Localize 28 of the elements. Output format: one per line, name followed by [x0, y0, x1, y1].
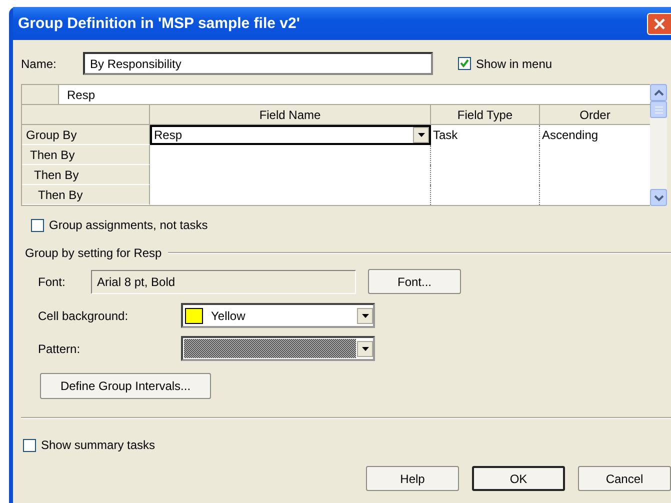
table-cell-text: Ascending — [541, 127, 600, 144]
define-intervals-button[interactable]: Define Group Intervals... — [40, 373, 211, 399]
column-header: Field Name — [150, 105, 431, 125]
help-button[interactable]: Help — [366, 466, 459, 491]
field-name-dropdown[interactable]: Resp — [150, 125, 431, 145]
row-header: Then By — [22, 185, 150, 205]
row-header: Then By — [22, 165, 150, 185]
cell-background-label: Cell background: — [37, 308, 130, 322]
window-title: Group Definition in 'MSP sample file v2' — [18, 15, 300, 32]
row-header: Then By — [22, 145, 150, 165]
section-title: Group by setting for Resp — [25, 246, 162, 260]
name-field[interactable]: By Responsibility — [83, 52, 433, 75]
show-summary-checkbox[interactable]: Show summary tasks — [23, 438, 671, 452]
ok-button[interactable]: OK — [472, 466, 565, 491]
column-header: Field Type — [431, 105, 540, 125]
row-header: Group By — [22, 125, 150, 145]
cell-background-dropdown[interactable]: Yellow — [181, 303, 375, 328]
table-cell: Task — [431, 125, 540, 145]
show-in-menu-checkbox[interactable]: Show in menu — [458, 56, 552, 70]
font-label: Font: — [37, 274, 66, 288]
cancel-button[interactable]: Cancel — [578, 466, 671, 491]
column-header: Order — [540, 105, 650, 125]
pattern-label: Pattern: — [37, 342, 82, 356]
font-field: Arial 8 pt, Bold — [91, 270, 356, 294]
group-assignments-checkbox[interactable]: Group assignments, not tasks — [31, 218, 671, 232]
font-button[interactable]: Font... — [368, 269, 461, 294]
edit-bar[interactable]: Resp — [59, 85, 650, 104]
name-label: Name: — [21, 56, 58, 70]
